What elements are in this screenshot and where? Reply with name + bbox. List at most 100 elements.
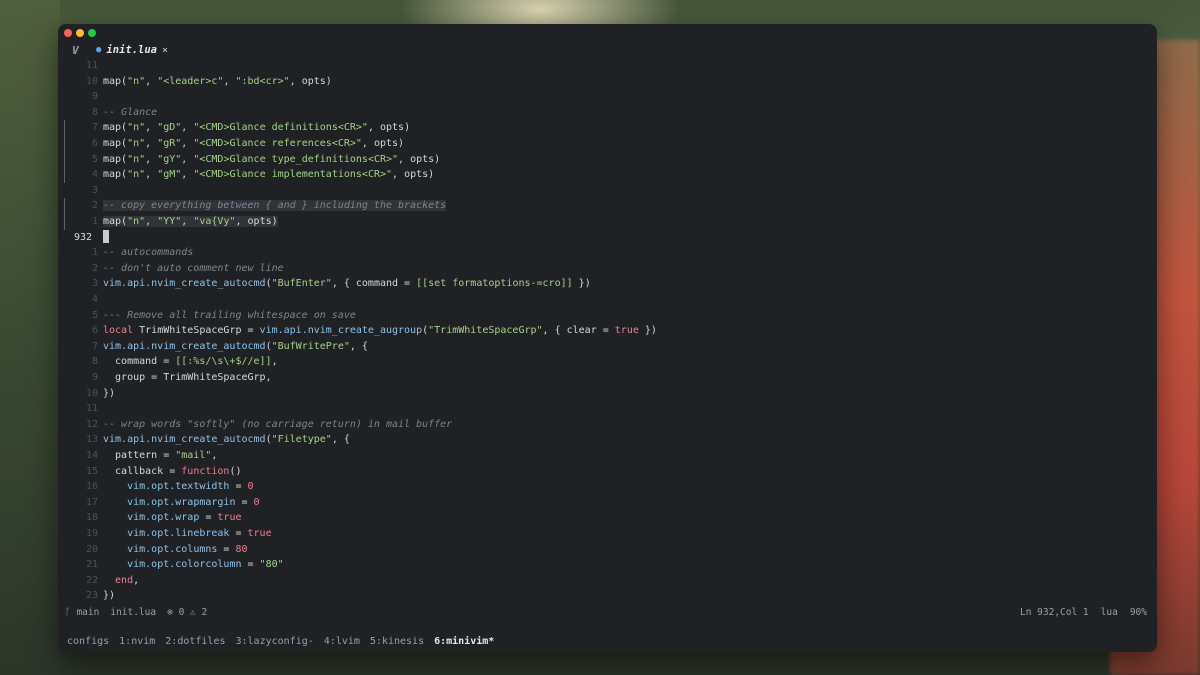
code-token: map( — [103, 153, 128, 165]
code-line[interactable]: 20 vim.opt.columns = 80 — [58, 542, 1157, 558]
code-line[interactable]: 12 -- wrap words "softly" (no carriage re… — [58, 417, 1157, 433]
code-line[interactable]: 8 command = [[:%s/\s\+$//e]], — [58, 354, 1157, 370]
code-token: "va{Vy" — [193, 216, 236, 227]
line-number: 2 — [91, 262, 98, 274]
line-number: 13 — [85, 434, 98, 446]
tmux-session-name: configs — [67, 636, 110, 647]
code-line[interactable]: 16 vim.opt.textwidth = 0 — [58, 479, 1157, 495]
line-code: vim.api.nvim_create_autocmd("BufEnter", … — [103, 276, 591, 292]
cursor-position: Ln 932,Col 1 — [1020, 607, 1089, 618]
line-number: 23 — [85, 590, 98, 602]
code-token: , — [133, 574, 140, 586]
code-line[interactable]: 4 map("n", "gM", "<CMD>Glance implementat… — [58, 167, 1157, 183]
line-code: -- copy everything between { and } inclu… — [103, 198, 447, 214]
minimize-window-button[interactable] — [76, 29, 84, 37]
code-line[interactable]: 14 pattern = "mail", — [58, 448, 1157, 464]
code-token: ":bd<cr>" — [235, 75, 290, 87]
line-code: vim.opt.columns = 80 — [103, 542, 247, 558]
code-editor[interactable]: 11 10 map("n", "<leader>c", ":bd<cr>", opt… — [58, 58, 1157, 604]
code-line[interactable]: 22 end, — [58, 573, 1157, 589]
line-code: }) — [103, 588, 115, 604]
line-code: command = [[:%s/\s\+$//e]], — [103, 354, 278, 370]
code-line[interactable]: 18 vim.opt.wrap = true — [58, 510, 1157, 526]
tmux-window-2[interactable]: 2:dotfiles — [165, 636, 225, 647]
code-line[interactable]: 6 map("n", "gR", "<CMD>Glance references<… — [58, 136, 1157, 152]
code-line[interactable]: 3 — [58, 183, 1157, 199]
code-token: -- Glance — [103, 106, 158, 118]
terminal-window: V ● init.lua × 11 10 map("n", "<leader>c",… — [58, 24, 1157, 652]
line-code — [103, 229, 109, 247]
code-line[interactable]: 2 -- copy everything between { and } incl… — [58, 198, 1157, 214]
code-line[interactable]: 13 vim.api.nvim_create_autocmd("Filetype"… — [58, 432, 1157, 448]
code-token: "BufEnter" — [271, 278, 332, 290]
line-code: map("n", "YY", "va{Vy", opts) — [103, 214, 278, 230]
code-token: , opts) — [392, 169, 435, 181]
code-line[interactable]: 9 group = TrimWhiteSpaceGrp, — [58, 370, 1157, 386]
code-token: TrimWhiteSpaceGrp = — [133, 325, 260, 337]
buffer-tab-label: init.lua — [106, 44, 157, 56]
code-line[interactable]: 4 — [58, 292, 1157, 308]
code-token: = — [199, 512, 218, 524]
code-line[interactable]: 15 callback = function() — [58, 464, 1157, 480]
close-icon[interactable]: × — [162, 45, 168, 56]
code-token: , — [211, 450, 218, 461]
tmux-window-4[interactable]: 4:lvim — [324, 636, 360, 647]
line-code: map("n", "<leader>c", ":bd<cr>", opts) — [103, 74, 332, 90]
code-token: "n" — [127, 75, 146, 87]
code-token: function — [181, 465, 230, 477]
code-line[interactable]: 3 vim.api.nvim_create_autocmd("BufEnter",… — [58, 276, 1157, 292]
line-number: 3 — [91, 184, 98, 196]
code-token: --- Remove all trailing whitespace on sa… — [103, 309, 356, 321]
tmux-window-3[interactable]: 3:lazyconfig- — [236, 636, 314, 647]
buffer-tab-init-lua[interactable]: ● init.lua × — [96, 44, 168, 56]
code-token: "n" — [127, 216, 146, 227]
code-line[interactable]: 5 --- Remove all trailing whitespace on s… — [58, 308, 1157, 324]
line-number: 6 — [91, 325, 98, 337]
code-token: true — [247, 528, 272, 539]
code-line[interactable]: 5 map("n", "gY", "<CMD>Glance type_defini… — [58, 151, 1157, 168]
diagnostics: ⊗ 0 ⚠ 2 — [167, 607, 207, 618]
line-number: 9 — [91, 91, 98, 103]
code-line[interactable]: 932 — [58, 229, 1157, 247]
tmux-window-6[interactable]: 6:minivim* — [434, 636, 494, 647]
code-token: -- copy everything between { and } inclu… — [103, 200, 447, 212]
code-token: }) — [572, 278, 591, 290]
code-line[interactable]: 17 vim.opt.wrapmargin = 0 — [58, 495, 1157, 511]
code-line[interactable]: 2 -- don't auto comment new line — [58, 261, 1157, 277]
code-line[interactable]: 21 vim.opt.colorcolumn = "80" — [58, 557, 1157, 573]
code-line[interactable]: 9 — [58, 89, 1157, 105]
line-code: -- don't auto comment new line — [103, 261, 284, 277]
code-line[interactable]: 11 — [58, 401, 1157, 417]
code-line[interactable]: 8 -- Glance — [58, 105, 1157, 121]
tmux-window-5[interactable]: 5:kinesis — [370, 636, 424, 647]
zoom-window-button[interactable] — [88, 29, 96, 37]
line-code: }) — [103, 386, 115, 402]
code-token: vim.opt.columns — [127, 543, 218, 555]
line-code: vim.api.nvim_create_autocmd("Filetype", … — [103, 432, 350, 448]
code-token: "<leader>c" — [157, 75, 224, 87]
code-token: }) — [103, 590, 116, 602]
code-line[interactable]: 6 local TrimWhiteSpaceGrp = vim.api.nvim_… — [58, 323, 1157, 339]
warning-icon: ⚠ — [190, 607, 196, 618]
close-window-button[interactable] — [64, 29, 72, 37]
code-line[interactable]: 11 — [58, 58, 1157, 74]
line-number: 11 — [85, 403, 98, 415]
code-token: "<CMD>Glance type_definitions<CR>" — [193, 153, 399, 165]
code-line[interactable]: 7 map("n", "gD", "<CMD>Glance definitions… — [58, 120, 1157, 136]
code-token: }) — [638, 325, 657, 337]
code-token: , — [145, 216, 158, 227]
code-line[interactable]: 1 -- autocommands — [58, 245, 1157, 261]
code-line[interactable]: 19 vim.opt.linebreak = true — [58, 526, 1157, 542]
code-line[interactable]: 10 map("n", "<leader>c", ":bd<cr>", opts) — [58, 74, 1157, 90]
code-token: "<CMD>Glance references<CR>" — [193, 138, 362, 149]
line-number: 3 — [91, 278, 98, 290]
code-line[interactable]: 1 map("n", "YY", "va{Vy", opts) — [58, 214, 1157, 230]
lua-file-icon: ● — [96, 45, 102, 55]
code-line[interactable]: 23}) — [58, 588, 1157, 604]
code-token: vim.opt.wrapmargin — [127, 496, 236, 508]
line-code: vim.opt.linebreak = true — [103, 526, 272, 542]
code-line[interactable]: 10}) — [58, 386, 1157, 402]
tmux-window-1[interactable]: 1:nvim — [119, 636, 155, 647]
code-line[interactable]: 7 vim.api.nvim_create_autocmd("BufWritePr… — [58, 339, 1157, 355]
